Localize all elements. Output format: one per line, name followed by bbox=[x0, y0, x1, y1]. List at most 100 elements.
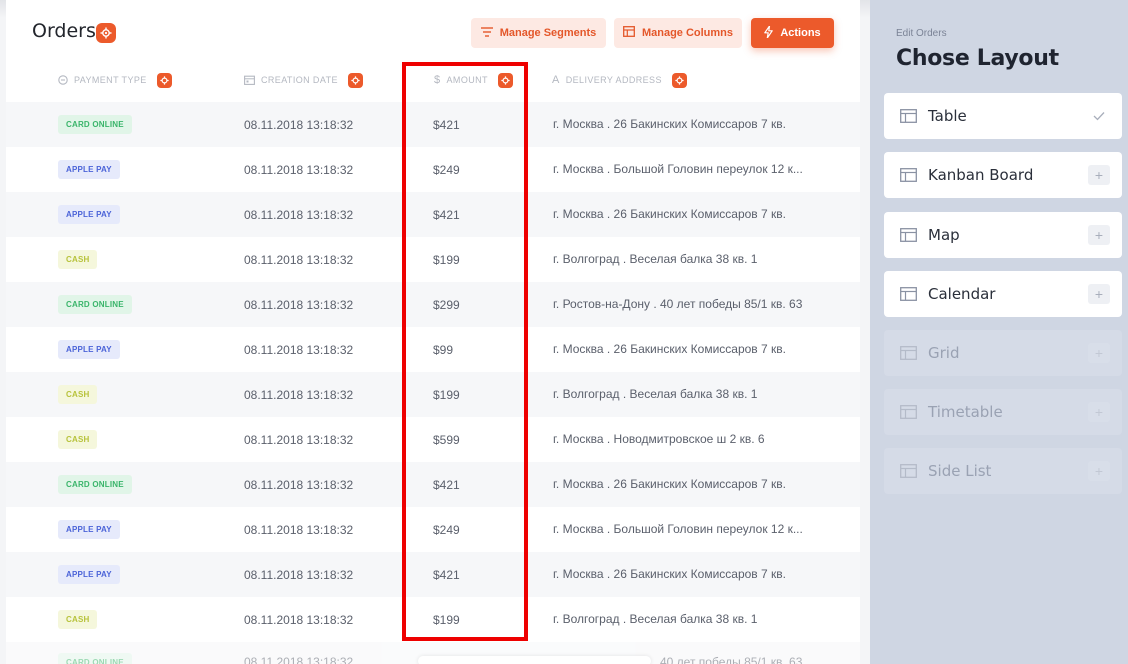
date-cell: 08.11.2018 13:18:32 bbox=[244, 297, 354, 312]
address-cell: г. Волгоград . Веселая балка 38 кв. 1 bbox=[553, 387, 758, 401]
add-icon[interactable]: + bbox=[1088, 225, 1110, 245]
filter-icon bbox=[480, 26, 493, 40]
settings-gear-icon[interactable] bbox=[96, 23, 116, 43]
columns-icon bbox=[623, 26, 635, 40]
amount-column-highlight bbox=[402, 62, 528, 641]
column-header-creation-date[interactable]: CREATION DATE bbox=[244, 72, 363, 88]
layout-option-label: Side List bbox=[928, 462, 992, 480]
payment-cell: CARD ONLINE bbox=[58, 282, 132, 327]
payment-cell: CASH bbox=[58, 417, 98, 462]
date-cell: 08.11.2018 13:18:32 bbox=[244, 342, 354, 357]
address-cell: г. Москва . 26 Бакинских Комиссаров 7 кв… bbox=[553, 207, 786, 221]
horizontal-scrollbar[interactable] bbox=[418, 656, 651, 664]
table-icon bbox=[900, 464, 917, 478]
column-settings-gear-icon[interactable] bbox=[671, 72, 687, 88]
add-icon[interactable]: + bbox=[1088, 284, 1110, 304]
payment-badge: APPLE PAY bbox=[58, 565, 120, 584]
address-cell: г. Москва . Большой Головин переулок 12 … bbox=[553, 522, 803, 536]
payment-badge: CARD ONLINE bbox=[58, 652, 132, 664]
date-cell: 08.11.2018 13:18:32 bbox=[244, 655, 354, 664]
address-cell: г. Москва . Большой Головин переулок 12 … bbox=[553, 162, 803, 176]
add-icon: + bbox=[1088, 402, 1110, 422]
manage-columns-button[interactable]: Manage Columns bbox=[614, 18, 742, 48]
address-cell: г. Москва . 26 Бакинских Комиссаров 7 кв… bbox=[553, 117, 786, 131]
sidebar-subtitle: Edit Orders bbox=[896, 28, 947, 39]
payment-badge: CARD ONLINE bbox=[58, 115, 132, 134]
layout-option-grid: Grid + bbox=[884, 330, 1122, 376]
payment-badge: APPLE PAY bbox=[58, 340, 120, 359]
column-header-label: PAYMENT TYPE bbox=[74, 75, 147, 85]
payment-badge: CARD ONLINE bbox=[58, 475, 132, 494]
date-cell: 08.11.2018 13:18:32 bbox=[244, 252, 354, 267]
payment-badge: CASH bbox=[58, 610, 98, 629]
layout-option-calendar[interactable]: Calendar + bbox=[884, 271, 1122, 317]
address-cell: г. Москва . Новодмитровское ш 2 кв. 6 bbox=[553, 432, 765, 446]
date-cell: 08.11.2018 13:18:32 bbox=[244, 387, 354, 402]
payment-circle-icon bbox=[58, 75, 68, 85]
address-cell: г. Волгоград . Веселая балка 38 кв. 1 bbox=[553, 252, 758, 266]
address-cell: г. Волгоград . Веселая балка 38 кв. 1 bbox=[553, 612, 758, 626]
layout-option-map[interactable]: Map + bbox=[884, 212, 1122, 258]
layout-option-kanban-board[interactable]: Kanban Board + bbox=[884, 152, 1122, 198]
payment-cell: CASH bbox=[58, 372, 98, 417]
payment-cell: CARD ONLINE bbox=[58, 102, 132, 147]
column-header-delivery-address[interactable]: A DELIVERY ADDRESS bbox=[552, 72, 687, 88]
add-icon: + bbox=[1088, 461, 1110, 481]
lightning-icon bbox=[764, 24, 774, 41]
layout-option-side-list: Side List + bbox=[884, 448, 1122, 494]
payment-badge: APPLE PAY bbox=[58, 160, 120, 179]
payment-badge: APPLE PAY bbox=[58, 520, 120, 539]
page-title: Orders bbox=[32, 20, 96, 42]
actions-label: Actions bbox=[780, 27, 821, 39]
payment-badge: CASH bbox=[58, 385, 98, 404]
column-header-label: CREATION DATE bbox=[261, 75, 338, 85]
layout-option-label: Timetable bbox=[928, 403, 1003, 421]
layout-option-timetable: Timetable + bbox=[884, 389, 1122, 435]
manage-segments-button[interactable]: Manage Segments bbox=[471, 18, 606, 48]
date-cell: 08.11.2018 13:18:32 bbox=[244, 117, 354, 132]
column-settings-gear-icon[interactable] bbox=[347, 72, 363, 88]
payment-badge: APPLE PAY bbox=[58, 205, 120, 224]
actions-button[interactable]: Actions bbox=[751, 18, 834, 48]
payment-cell: APPLE PAY bbox=[58, 552, 120, 597]
payment-cell: APPLE PAY bbox=[58, 327, 120, 372]
text-icon: A bbox=[552, 74, 560, 86]
table-icon bbox=[900, 109, 917, 123]
sidebar-title: Chose Layout bbox=[896, 46, 1059, 71]
date-cell: 08.11.2018 13:18:32 bbox=[244, 432, 354, 447]
manage-columns-label: Manage Columns bbox=[641, 27, 734, 39]
layout-sidebar: Edit Orders Chose Layout Table Kanban Bo… bbox=[870, 0, 1128, 664]
payment-badge: CASH bbox=[58, 250, 98, 269]
payment-cell: CARD ONLINE bbox=[58, 462, 132, 507]
payment-badge: CARD ONLINE bbox=[58, 295, 132, 314]
layout-option-label: Kanban Board bbox=[928, 166, 1034, 184]
address-cell: г. Москва . 26 Бакинских Комиссаров 7 кв… bbox=[553, 477, 786, 491]
layout-option-table[interactable]: Table bbox=[884, 93, 1122, 139]
column-header-label: DELIVERY ADDRESS bbox=[565, 75, 662, 85]
add-icon: + bbox=[1088, 343, 1110, 363]
payment-cell: CARD ONLINE bbox=[58, 642, 132, 664]
payment-cell: APPLE PAY bbox=[58, 507, 120, 552]
layout-option-label: Grid bbox=[928, 344, 960, 362]
layout-option-label: Calendar bbox=[928, 285, 996, 303]
payment-cell: APPLE PAY bbox=[58, 192, 120, 237]
date-cell: 08.11.2018 13:18:32 bbox=[244, 477, 354, 492]
payment-cell: CASH bbox=[58, 597, 98, 642]
table-icon bbox=[900, 346, 917, 360]
table-icon bbox=[900, 168, 917, 182]
date-cell: 08.11.2018 13:18:32 bbox=[244, 207, 354, 222]
date-cell: 08.11.2018 13:18:32 bbox=[244, 522, 354, 537]
orders-panel: Orders Manage Segments Manage Columns Ac… bbox=[0, 0, 870, 664]
column-header-payment-type[interactable]: PAYMENT TYPE bbox=[58, 72, 172, 88]
address-cell: г. Москва . 26 Бакинских Комиссаров 7 кв… bbox=[553, 567, 786, 581]
address-cell: г. Москва . 26 Бакинских Комиссаров 7 кв… bbox=[553, 342, 786, 356]
layout-option-label: Table bbox=[928, 107, 967, 125]
payment-cell: APPLE PAY bbox=[58, 147, 120, 192]
date-cell: 08.11.2018 13:18:32 bbox=[244, 567, 354, 582]
payment-cell: CASH bbox=[58, 237, 98, 282]
layout-option-label: Map bbox=[928, 226, 960, 244]
date-cell: 08.11.2018 13:18:32 bbox=[244, 162, 354, 177]
table-icon bbox=[900, 287, 917, 301]
add-icon[interactable]: + bbox=[1088, 165, 1110, 185]
column-settings-gear-icon[interactable] bbox=[156, 72, 172, 88]
